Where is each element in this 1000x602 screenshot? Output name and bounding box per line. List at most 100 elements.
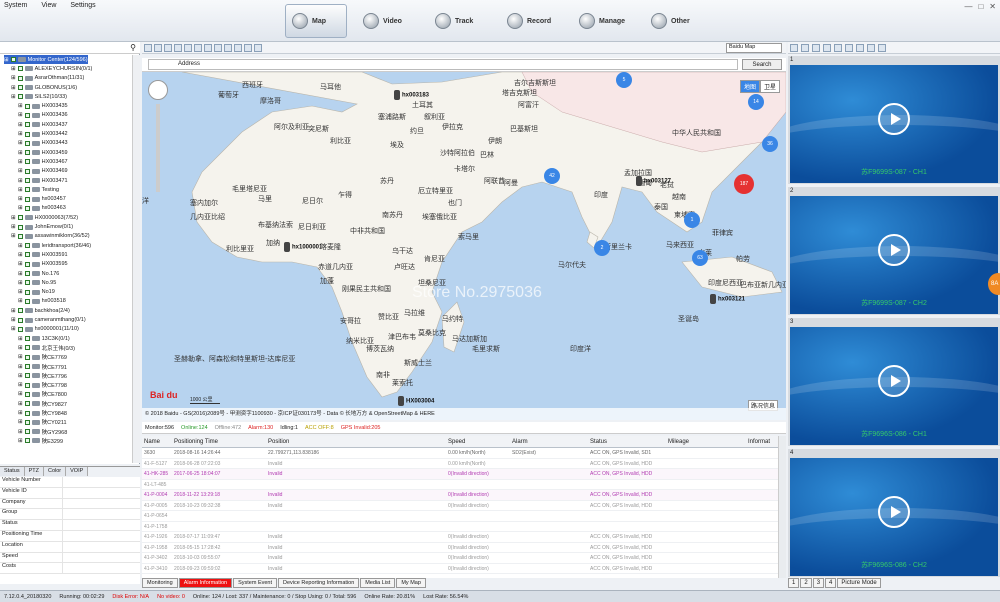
- maximize-icon[interactable]: □: [978, 2, 983, 11]
- table-row[interactable]: 3630 2018-08-16 14:26:44 22.799271,113.838…: [142, 448, 778, 459]
- tab-video[interactable]: Video: [357, 4, 419, 38]
- play-icon[interactable]: [878, 234, 910, 266]
- tree-item[interactable]: ⊞ HX003443: [18, 139, 68, 148]
- expand-icon[interactable]: ⊞: [18, 140, 23, 146]
- tree-checkbox[interactable]: [24, 429, 30, 435]
- tree-item[interactable]: ⊞ leridtransport(36/46): [18, 241, 91, 250]
- tab-map[interactable]: Map: [285, 4, 347, 38]
- video-screen[interactable]: 苏F9699S-087 - CH1: [790, 65, 998, 183]
- expand-icon[interactable]: ⊞: [18, 122, 23, 128]
- expand-icon[interactable]: ⊞: [11, 94, 16, 100]
- expand-icon[interactable]: ⊞: [18, 280, 23, 286]
- tree-item[interactable]: ⊞ hx003518: [18, 297, 66, 306]
- tree-item[interactable]: ⊞ HX003459: [18, 148, 68, 157]
- video-pane[interactable]: 3 苏F9696S-086 - CH1: [788, 318, 1000, 446]
- column-header[interactable]: Status: [590, 439, 607, 445]
- address-input[interactable]: [148, 59, 738, 70]
- expand-icon[interactable]: ⊞: [18, 112, 23, 118]
- tree-checkbox[interactable]: [24, 187, 30, 193]
- tree-item[interactable]: ⊞ 陕CE7800: [18, 390, 67, 399]
- expand-icon[interactable]: ⊞: [4, 57, 9, 63]
- play-icon[interactable]: [878, 496, 910, 528]
- menu-view[interactable]: View: [41, 2, 56, 9]
- tree-item[interactable]: ⊞ HX003436: [18, 111, 68, 120]
- table-row[interactable]: 41-HK-285 2017-06-25 18:04:07 Invalid 0(Inv…: [142, 469, 778, 480]
- tab-other[interactable]: Other: [645, 4, 707, 38]
- layout-4-icon[interactable]: [801, 44, 809, 52]
- tree-checkbox[interactable]: [24, 112, 30, 118]
- vehicle-marker[interactable]: hx003121: [710, 294, 745, 304]
- video-pane[interactable]: 2 苏F9699S-087 - CH2: [788, 187, 1000, 315]
- expand-icon[interactable]: ⊞: [11, 66, 16, 72]
- expand-icon[interactable]: ⊞: [18, 261, 23, 267]
- tree-checkbox[interactable]: [17, 233, 23, 239]
- detail-tab-status[interactable]: Status: [0, 467, 25, 476]
- expand-icon[interactable]: ⊞: [18, 429, 23, 435]
- expand-icon[interactable]: ⊞: [18, 196, 23, 202]
- table-row[interactable]: 41-P-1958 2018-05-15 17:28:42 Invalid 0(Inv…: [142, 543, 778, 553]
- expand-icon[interactable]: ⊞: [18, 391, 23, 397]
- expand-icon[interactable]: ⊞: [11, 326, 16, 332]
- tree-item[interactable]: ⊞ GLOBONUS(1/6): [11, 83, 77, 92]
- tree-checkbox[interactable]: [24, 131, 30, 137]
- table-row[interactable]: 41-P-3410 2018-09-23 09:59:02 Invalid 0(Inv…: [142, 564, 778, 574]
- tree-item[interactable]: ⊞ No.176: [18, 269, 59, 278]
- tree-checkbox[interactable]: [17, 308, 23, 314]
- tree-checkbox[interactable]: [17, 224, 23, 230]
- tree-checkbox[interactable]: [24, 364, 30, 370]
- video-pane[interactable]: 4 苏F9696S-086 - CH2: [788, 449, 1000, 577]
- column-header[interactable]: Mileage: [668, 439, 689, 445]
- table-row[interactable]: 41-P-3402 2018-10-03 09:55:07 Invalid 0(Inv…: [142, 553, 778, 564]
- route-tool-icon[interactable]: [234, 44, 242, 52]
- layout-9-icon[interactable]: [812, 44, 820, 52]
- table-row[interactable]: 41-P-0004 2018-11-22 13:29:18 Invalid 0(Inv…: [142, 490, 778, 501]
- vehicle-marker[interactable]: HX003004: [398, 396, 434, 406]
- tree-item[interactable]: ⊞ SILS2(10/33): [11, 92, 67, 101]
- tree-checkbox[interactable]: [24, 252, 30, 258]
- video-screen[interactable]: 苏F9696S-086 - CH1: [790, 327, 998, 445]
- expand-icon[interactable]: ⊞: [18, 131, 23, 137]
- tree-checkbox[interactable]: [24, 243, 30, 249]
- column-header[interactable]: Position: [268, 439, 289, 445]
- table-row[interactable]: 41-F-5127 2018-06-28 07:22:03 Invalid 0.00 …: [142, 459, 778, 469]
- expand-icon[interactable]: ⊞: [18, 382, 23, 388]
- map-zoom-slider[interactable]: [156, 104, 160, 192]
- video-page-tab[interactable]: 2: [800, 578, 812, 588]
- volume-icon[interactable]: [856, 44, 864, 52]
- expand-icon[interactable]: ⊞: [11, 215, 16, 221]
- map-view[interactable]: 葡萄牙 西班牙 摩洛哥 马耳他 土耳其 塞浦路斯 叙利亚 伊拉克 伊朗 阿富汗 巴基斯坦 塔吉克斯坦吉…: [142, 72, 786, 420]
- tree-checkbox[interactable]: [17, 215, 23, 221]
- tree-checkbox[interactable]: [17, 326, 23, 332]
- tree-checkbox[interactable]: [17, 66, 23, 72]
- bottom-tab[interactable]: Media List: [360, 578, 396, 588]
- expand-icon[interactable]: ⊞: [18, 354, 23, 360]
- tree-checkbox[interactable]: [17, 94, 23, 100]
- tree-checkbox[interactable]: [24, 140, 30, 146]
- tree-item[interactable]: ⊞ 陕CY9827: [18, 399, 67, 408]
- tree-checkbox[interactable]: [24, 419, 30, 425]
- tree-checkbox[interactable]: [24, 336, 30, 342]
- tree-item[interactable]: ⊞ ALEXEYCHURSIN(0/1): [11, 64, 92, 73]
- tree-checkbox[interactable]: [24, 391, 30, 397]
- tree-checkbox[interactable]: [24, 401, 30, 407]
- rectangle-tool-icon[interactable]: [204, 44, 212, 52]
- table-row[interactable]: 41-P-0005 2018-10-23 09:32:38 Invalid 0(Inv…: [142, 501, 778, 511]
- tree-item[interactable]: ⊞ JohnEmow(0/1): [11, 222, 73, 231]
- expand-icon[interactable]: ⊞: [18, 438, 23, 444]
- tree-item[interactable]: ⊞ 陕GY2968: [18, 427, 67, 436]
- tree-checkbox[interactable]: [24, 271, 30, 277]
- tree-item[interactable]: ⊞ hx003463: [18, 204, 66, 213]
- play-icon[interactable]: [878, 103, 910, 135]
- tree-checkbox[interactable]: [24, 196, 30, 202]
- expand-icon[interactable]: ⊞: [18, 178, 23, 184]
- tree-checkbox[interactable]: [24, 122, 30, 128]
- bottom-tab[interactable]: My Map: [396, 578, 426, 588]
- bottom-tab[interactable]: System Event: [233, 578, 278, 588]
- tree-item[interactable]: ⊞ HX003467: [18, 157, 68, 166]
- expand-icon[interactable]: ⊞: [11, 233, 16, 239]
- expand-icon[interactable]: ⊞: [18, 345, 23, 351]
- column-header[interactable]: Alarm: [512, 439, 528, 445]
- column-header[interactable]: Name: [144, 439, 160, 445]
- video-screen[interactable]: 苏F9699S-087 - CH2: [790, 196, 998, 314]
- expand-icon[interactable]: ⊞: [18, 373, 23, 379]
